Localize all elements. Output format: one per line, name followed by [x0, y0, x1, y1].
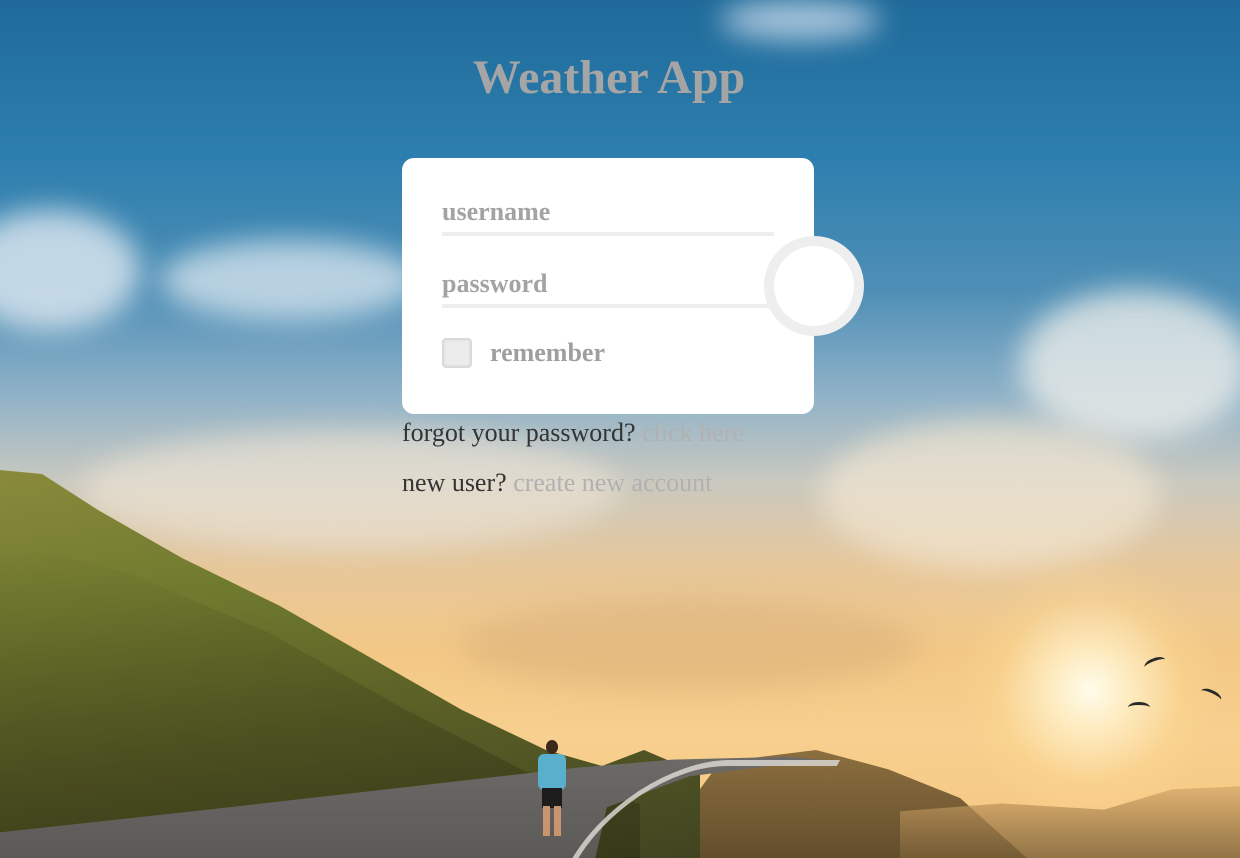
- cloud: [160, 240, 420, 320]
- runner: [534, 740, 570, 840]
- cloud: [1020, 290, 1240, 440]
- cloud: [460, 600, 920, 690]
- new-user-text: new user?: [402, 468, 507, 497]
- forgot-password-link[interactable]: click here: [642, 418, 744, 447]
- cloud: [820, 420, 1160, 570]
- submit-button[interactable]: [764, 236, 864, 336]
- cloud: [720, 0, 880, 40]
- remember-label: remember: [490, 338, 606, 367]
- create-account-link[interactable]: create new account: [513, 468, 712, 497]
- runner-leg: [554, 806, 561, 836]
- forgot-password-text: forgot your password?: [402, 418, 636, 447]
- runner-head: [546, 740, 558, 754]
- runner-shorts: [542, 788, 562, 808]
- runner-shirt: [538, 754, 566, 790]
- bird-icon: [1128, 702, 1150, 713]
- remember-checkbox[interactable]: [442, 338, 472, 368]
- username-input[interactable]: [442, 192, 774, 236]
- forgot-password-line: forgot your password? click here: [402, 418, 744, 448]
- password-input[interactable]: [442, 264, 774, 308]
- account-links: forgot your password? click here new use…: [402, 418, 744, 498]
- sun: [960, 560, 1220, 820]
- app-title: Weather App: [472, 51, 746, 104]
- remember-row[interactable]: remember: [442, 336, 605, 370]
- login-card: remember: [402, 158, 814, 414]
- new-user-line: new user? create new account: [402, 468, 744, 498]
- runner-leg: [543, 806, 550, 836]
